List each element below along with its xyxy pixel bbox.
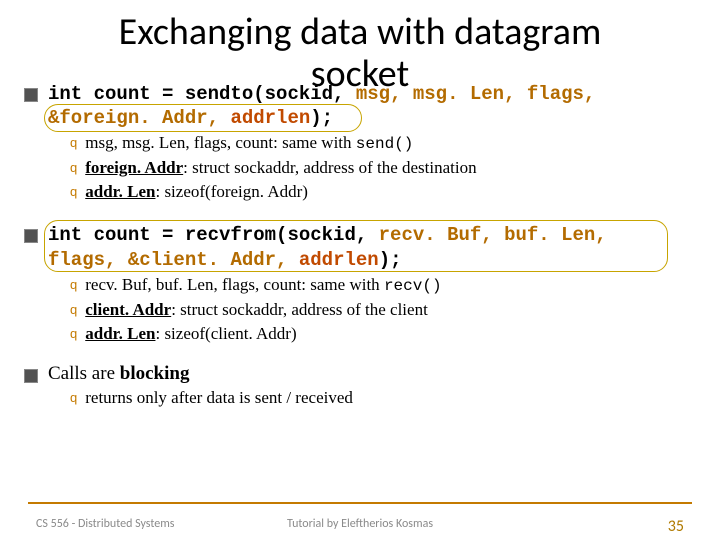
- title-line-1: Exchanging data with datagram: [119, 9, 602, 55]
- code-text: );: [379, 249, 402, 271]
- sub-text: addr. Len: sizeof(client. Addr): [85, 323, 296, 345]
- code-params: addrlen: [299, 249, 379, 271]
- q-bullet-icon: q: [70, 135, 77, 152]
- sub-item: q client. Addr: struct sockaddr, address…: [70, 299, 692, 321]
- q-bullet-icon: q: [70, 302, 77, 319]
- code-text: int count = sendto(sockid,: [48, 83, 356, 105]
- q-bullet-icon: q: [70, 390, 77, 407]
- code-text: );: [310, 107, 333, 129]
- blocking-sublist: q returns only after data is sent / rece…: [70, 387, 692, 409]
- sub-item: q recv. Buf, buf. Len, flags, count: sam…: [70, 274, 692, 297]
- code-params: msg, msg. Len, flags,: [356, 83, 595, 105]
- footer: CS 556 - Distributed Systems Tutorial by…: [0, 517, 720, 536]
- sub-item: q msg, msg. Len, flags, count: same with…: [70, 132, 692, 155]
- q-bullet-icon: q: [70, 277, 77, 294]
- sendto-code: int count = sendto(sockid, msg, msg. Len…: [48, 82, 692, 131]
- recvfrom-sublist: q recv. Buf, buf. Len, flags, count: sam…: [70, 274, 692, 345]
- sub-item: q addr. Len: sizeof(client. Addr): [70, 323, 692, 345]
- sub-text: msg, msg. Len, flags, count: same with s…: [85, 132, 413, 155]
- sub-text: client. Addr: struct sockaddr, address o…: [85, 299, 428, 321]
- divider: [28, 502, 692, 504]
- code-text: int count = recvfrom(sockid,: [48, 224, 379, 246]
- sub-text: returns only after data is sent / receiv…: [85, 387, 353, 409]
- q-bullet-icon: q: [70, 160, 77, 177]
- sub-text: addr. Len: sizeof(foreign. Addr): [85, 181, 308, 203]
- sub-item: q returns only after data is sent / rece…: [70, 387, 692, 409]
- slide-content: int count = sendto(sockid, msg, msg. Len…: [0, 82, 720, 409]
- square-bullet-icon: [24, 369, 38, 383]
- code-params: flags,: [48, 249, 128, 271]
- recvfrom-code: int count = recvfrom(sockid, recv. Buf, …: [48, 223, 692, 272]
- sendto-sublist: q msg, msg. Len, flags, count: same with…: [70, 132, 692, 203]
- square-bullet-icon: [24, 229, 38, 243]
- sub-text: recv. Buf, buf. Len, flags, count: same …: [85, 274, 441, 297]
- blocking-text: Calls are blocking: [48, 363, 189, 385]
- recvfrom-block: int count = recvfrom(sockid, recv. Buf, …: [24, 223, 692, 272]
- footer-center: Tutorial by Eleftherios Kosmas: [0, 517, 720, 531]
- code-params: recv. Buf, buf. Len,: [379, 224, 607, 246]
- code-params: addrlen: [230, 107, 310, 129]
- square-bullet-icon: [24, 88, 38, 102]
- sub-item: q foreign. Addr: struct sockaddr, addres…: [70, 157, 692, 179]
- q-bullet-icon: q: [70, 184, 77, 201]
- sendto-block: int count = sendto(sockid, msg, msg. Len…: [24, 82, 692, 131]
- code-params: &client. Addr,: [128, 249, 299, 271]
- blocking-block: Calls are blocking: [24, 363, 692, 385]
- q-bullet-icon: q: [70, 326, 77, 343]
- code-params: &foreign. Addr,: [48, 107, 230, 129]
- sub-item: q addr. Len: sizeof(foreign. Addr): [70, 181, 692, 203]
- sub-text: foreign. Addr: struct sockaddr, address …: [85, 157, 476, 179]
